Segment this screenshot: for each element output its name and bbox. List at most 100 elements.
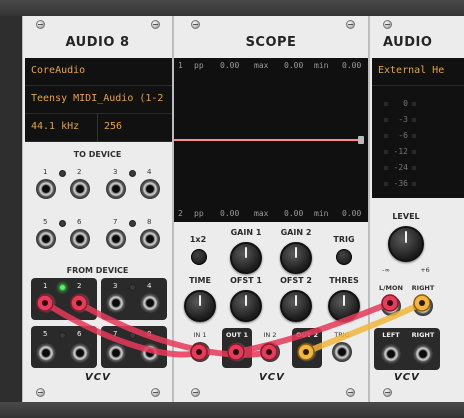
sample-rate-select[interactable]: 44.1 kHz	[25, 114, 98, 142]
to-device-jack-5[interactable]	[36, 229, 56, 249]
gain2-knob[interactable]	[280, 242, 312, 274]
audio8-title: AUDIO 8	[65, 35, 130, 50]
screw-icon	[383, 20, 392, 29]
from-device-jack-6[interactable]	[70, 343, 90, 363]
meter-led	[384, 134, 388, 138]
audio8-module: AUDIO 8 CoreAudio Teensy MIDI_Audio (1-2…	[22, 16, 173, 402]
port-number: 1	[43, 168, 48, 176]
port-number: 8	[147, 330, 152, 338]
screw-icon	[346, 388, 355, 397]
in2-label: IN 2	[263, 331, 277, 339]
scope-display[interactable]: 1 pp 0.00 max 0.00 min 0.00 2 pp 0.00 ma…	[174, 58, 368, 222]
ofst2-knob[interactable]	[280, 290, 312, 322]
audio-device-select[interactable]: External He	[372, 58, 464, 86]
right-input-jack[interactable]	[413, 296, 433, 316]
time-knob[interactable]	[184, 290, 216, 322]
device-select[interactable]: Teensy MIDI_Audio (1-2	[25, 86, 172, 114]
mode-button[interactable]	[191, 249, 207, 265]
right-output-jack[interactable]	[413, 344, 433, 364]
meter-led	[412, 150, 416, 154]
port-number: 6	[77, 330, 82, 338]
trig-in-label: TRIG	[334, 331, 350, 339]
screw-icon	[191, 20, 200, 29]
in2-jack[interactable]	[260, 342, 280, 362]
screw-icon	[36, 20, 45, 29]
vcv-logo: VCV	[85, 372, 111, 383]
lmon-input-jack[interactable]	[381, 296, 401, 316]
screw-icon	[383, 388, 392, 397]
right-label: RIGHT	[411, 284, 435, 292]
from-device-jack-1[interactable]	[36, 293, 56, 313]
left-output-label: LEFT	[382, 331, 400, 339]
port-number: 3	[113, 168, 118, 176]
out1-label: OUT 1	[225, 331, 249, 339]
right-output-label: RIGHT	[411, 331, 435, 339]
from-device-jack-5[interactable]	[36, 343, 56, 363]
port-number: 1	[43, 282, 48, 290]
channel-led	[129, 170, 136, 177]
channel-led	[59, 220, 66, 227]
vcv-logo: VCV	[394, 372, 420, 383]
screw-icon	[36, 388, 45, 397]
channel-led	[59, 170, 66, 177]
channel-led	[59, 332, 66, 339]
min-label: min	[314, 61, 329, 70]
from-device-jack-3[interactable]	[106, 293, 126, 313]
out1-jack[interactable]	[227, 342, 247, 362]
to-device-jack-6[interactable]	[70, 229, 90, 249]
meter-led	[384, 150, 388, 154]
rack-rail-top	[0, 0, 464, 16]
to-device-jack-8[interactable]	[140, 229, 160, 249]
left-output-jack[interactable]	[381, 344, 401, 364]
channel-number: 2	[178, 209, 183, 218]
trig-button[interactable]	[336, 249, 352, 265]
pp-label: pp	[194, 209, 204, 218]
port-number: 2	[77, 168, 82, 176]
pp-value: 0.00	[220, 209, 240, 218]
to-device-jack-2[interactable]	[70, 179, 90, 199]
to-device-jack-1[interactable]	[36, 179, 56, 199]
screw-icon	[346, 20, 355, 29]
driver-select[interactable]: CoreAudio	[25, 58, 172, 86]
port-number: 4	[147, 282, 152, 290]
trig-in-jack[interactable]	[332, 342, 352, 362]
gain1-label: GAIN 1	[230, 228, 262, 237]
from-device-jack-8[interactable]	[140, 343, 160, 363]
channel-led	[129, 332, 136, 339]
scope-stats-bottom: 2 pp 0.00 max 0.00 min 0.00	[174, 208, 368, 220]
thres-knob[interactable]	[328, 290, 360, 322]
to-device-jack-7[interactable]	[106, 229, 126, 249]
ofst2-label: OFST 2	[280, 276, 312, 285]
max-value: 0.00	[284, 209, 304, 218]
pp-value: 0.00	[220, 61, 240, 70]
from-device-jack-2[interactable]	[70, 293, 90, 313]
screw-icon	[151, 20, 160, 29]
to-device-jack-3[interactable]	[106, 179, 126, 199]
meter-led	[384, 166, 388, 170]
from-device-label: FROM DEVICE	[66, 266, 129, 275]
port-number: 8	[147, 218, 152, 226]
port-number: 5	[43, 218, 48, 226]
audio-title: AUDIO	[383, 35, 433, 50]
in1-label: IN 1	[193, 331, 207, 339]
gain1-knob[interactable]	[230, 242, 262, 274]
from-device-jack-4[interactable]	[140, 293, 160, 313]
to-device-jack-4[interactable]	[140, 179, 160, 199]
pp-label: pp	[194, 61, 204, 70]
vcv-logo: VCV	[259, 372, 285, 383]
meter-led	[412, 134, 416, 138]
min-label: min	[314, 209, 329, 218]
ofst1-knob[interactable]	[230, 290, 262, 322]
port-number: 6	[77, 218, 82, 226]
out2-jack[interactable]	[297, 342, 317, 362]
from-device-jack-7[interactable]	[106, 343, 126, 363]
screw-icon	[191, 388, 200, 397]
block-size-select[interactable]: 256	[98, 114, 172, 142]
trig-label: TRIG	[333, 235, 355, 244]
channel-number: 1	[178, 61, 183, 70]
in1-jack[interactable]	[190, 342, 210, 362]
level-knob[interactable]	[388, 226, 424, 262]
meter-led	[412, 166, 416, 170]
port-number: 5	[43, 330, 48, 338]
meter-led	[384, 102, 388, 106]
